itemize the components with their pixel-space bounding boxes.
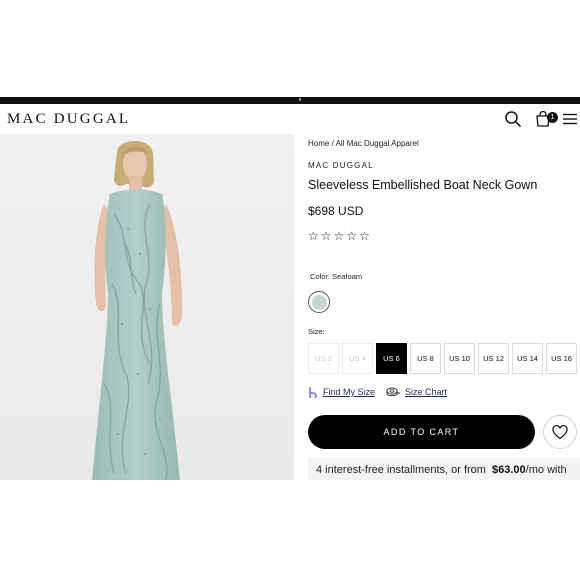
installments-suffix: /mo with bbox=[525, 464, 567, 476]
size-button[interactable]: US 14 bbox=[512, 343, 543, 374]
size-button[interactable]: US 16 bbox=[546, 343, 577, 374]
announcement-indicator bbox=[299, 98, 301, 101]
rating-stars[interactable]: ☆ ☆ ☆ ☆ ☆ bbox=[308, 230, 370, 242]
site-header: MAC DUGGAL bbox=[0, 104, 580, 134]
size-button[interactable]: US 8 bbox=[410, 343, 441, 374]
star-outline-icon: ☆ bbox=[359, 229, 370, 243]
size-button[interactable]: US 12 bbox=[478, 343, 509, 374]
color-swatch-seafoam[interactable] bbox=[308, 291, 330, 313]
size-label: Size: bbox=[308, 327, 325, 336]
find-my-size-logo-icon bbox=[309, 387, 317, 398]
add-to-cart-button[interactable]: ADD TO CART bbox=[308, 415, 535, 449]
top-announcement-bar bbox=[0, 97, 580, 104]
menu-icon[interactable] bbox=[561, 110, 579, 128]
heart-icon bbox=[552, 424, 568, 439]
model-in-gown-image bbox=[0, 134, 294, 480]
size-selector: US 2 US 4 US 6 US 8 US 10 US 12 US 14 US… bbox=[308, 343, 577, 374]
breadcrumb: Home / All Mac Duggal Apparel bbox=[308, 139, 419, 148]
breadcrumb-current-link[interactable]: All Mac Duggal Apparel bbox=[336, 139, 419, 148]
installments-text: 4 interest-free installments, or from bbox=[316, 464, 486, 476]
product-photo[interactable] bbox=[0, 134, 294, 480]
star-outline-icon: ☆ bbox=[346, 229, 358, 243]
installments-banner[interactable]: 4 interest-free installments, or from $6… bbox=[308, 458, 580, 480]
size-button[interactable]: US 10 bbox=[444, 343, 475, 374]
product-title: Sleeveless Embellished Boat Neck Gown bbox=[308, 178, 538, 192]
search-icon[interactable] bbox=[504, 110, 522, 128]
breadcrumb-home-link[interactable]: Home bbox=[308, 139, 329, 148]
find-my-size-link[interactable]: Find My Size bbox=[323, 387, 375, 397]
brand-logo[interactable]: MAC DUGGAL bbox=[7, 111, 130, 128]
size-button[interactable]: US 2 bbox=[308, 343, 339, 374]
size-chart-link[interactable]: Size Chart bbox=[405, 387, 447, 397]
star-outline-icon: ☆ bbox=[333, 229, 345, 243]
cart-count-badge: 1 bbox=[547, 112, 558, 123]
installments-amount: $63.00 bbox=[492, 464, 526, 476]
wishlist-button[interactable] bbox=[543, 415, 577, 449]
tape-measure-icon bbox=[386, 387, 401, 396]
swatch-fill bbox=[311, 294, 327, 310]
color-label: Color: Seafoam bbox=[310, 272, 363, 281]
star-outline-icon: ☆ bbox=[320, 229, 332, 243]
product-brand[interactable]: MAC DUGGAL bbox=[308, 161, 374, 170]
star-outline-icon: ☆ bbox=[308, 229, 319, 243]
size-button[interactable]: US 6 bbox=[376, 343, 407, 374]
breadcrumb-separator: / bbox=[331, 139, 334, 148]
size-button[interactable]: US 4 bbox=[342, 343, 373, 374]
size-helpers: Find My Size Size Chart bbox=[308, 386, 447, 398]
product-price: $698 USD bbox=[308, 204, 364, 218]
